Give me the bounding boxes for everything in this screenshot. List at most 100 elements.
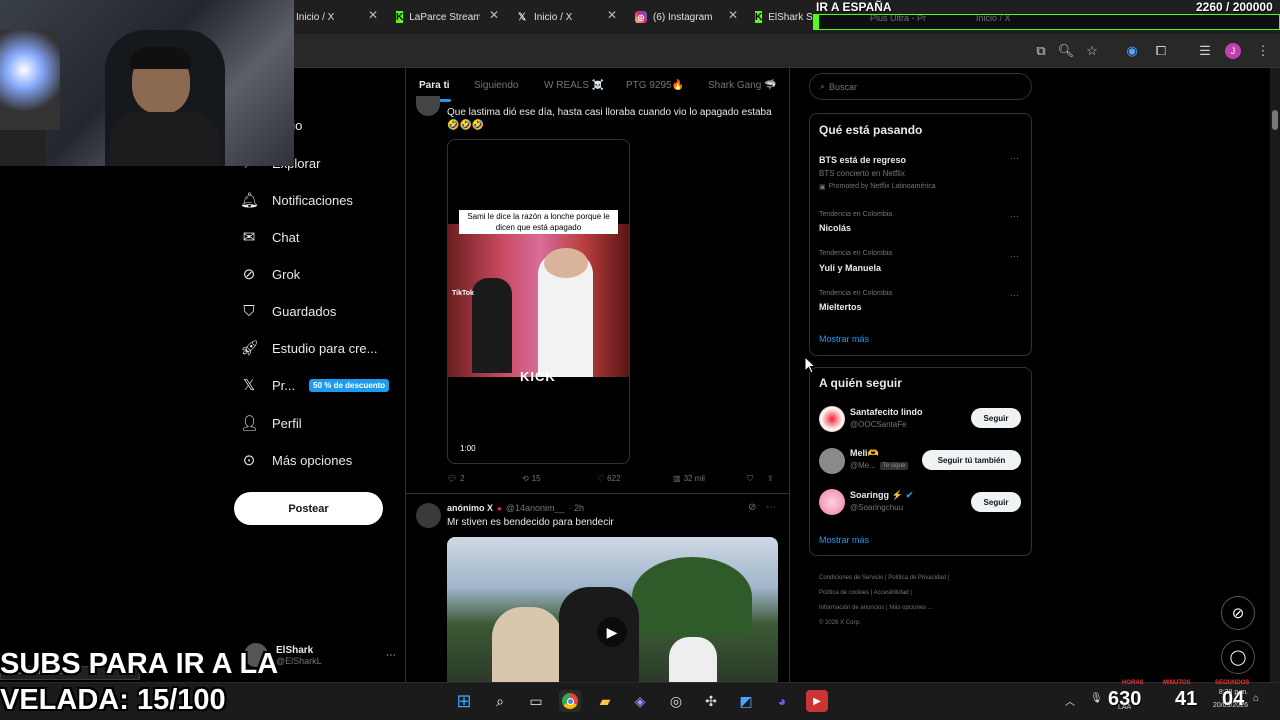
trend-name[interactable]: Mieltertos (819, 302, 862, 312)
nav-premium[interactable]: 𝕏 Pr... 50 % de descuento (240, 370, 390, 400)
zoom-icon[interactable]: 🔍︎ (1057, 42, 1075, 60)
grok-icon[interactable]: ⊘ (748, 502, 756, 513)
more-icon[interactable]: ⋯ (1010, 251, 1019, 262)
follow-back-button[interactable]: Seguir tú también (922, 450, 1021, 470)
discord-icon[interactable]: ◕ (771, 690, 793, 712)
install-app-icon[interactable]: ⧉ (1032, 42, 1050, 60)
repost-button[interactable]: ⟲ 15 (522, 474, 541, 483)
tab-for-you[interactable]: Para ti (419, 80, 450, 91)
trend-name[interactable]: Nicolás (819, 223, 851, 233)
more-icon[interactable]: ⋯ (1010, 211, 1019, 222)
puzzle-icon[interactable]: ⧠ (1152, 42, 1170, 60)
author-handle[interactable]: @14anonim__ (506, 503, 565, 513)
show-more-link[interactable]: Mostrar más (819, 334, 869, 344)
nav-label: Perfil (272, 415, 302, 431)
avatar (819, 489, 845, 515)
tab-label[interactable]: Inicio / X (976, 13, 1011, 23)
person-silhouette (669, 637, 717, 682)
tab-label[interactable]: Plus Ultra - Pr (870, 13, 926, 23)
tab-following[interactable]: Siguiendo (474, 80, 518, 91)
follow-name[interactable]: Meli🫶 (850, 448, 879, 459)
footer-link[interactable]: Información de anuncios (819, 605, 884, 611)
clock[interactable]: 8:39 p.m. 20/03/2026 (1198, 689, 1248, 709)
play-icon[interactable]: ▶ (597, 617, 627, 647)
language-indicator[interactable]: LAA (1118, 704, 1131, 711)
follow-name-row[interactable]: Soaringg ⚡ ✔ (850, 490, 913, 501)
search-icon[interactable]: ⌕ (489, 690, 511, 712)
reply-button[interactable]: 💬︎ 2 (447, 474, 465, 483)
follow-name[interactable]: Santafecito lindo (850, 407, 923, 417)
browser-tab[interactable]: K ElShark Stream (755, 6, 813, 28)
tab-ptg[interactable]: PTG 9295🔥 (626, 80, 684, 91)
tweet-video[interactable]: Sami le dice la razón a lonche porque le… (447, 139, 630, 464)
browser-tab[interactable]: Inicio / X (296, 6, 366, 28)
extension-blue-icon[interactable]: ◉ (1123, 42, 1141, 60)
obs-icon[interactable]: ◎ (665, 690, 687, 712)
tab-w-reals[interactable]: W REALS ☠️ (544, 80, 604, 91)
trend-name[interactable]: Yuli y Manuela (819, 263, 881, 273)
discount-badge: 50 % de descuento (309, 378, 390, 392)
tweet-video[interactable]: ▶ (447, 537, 778, 682)
star-icon[interactable]: ☆ (1083, 42, 1101, 60)
browser-tab[interactable]: K LaParce Stream (396, 6, 480, 28)
more-icon[interactable]: ⋯ (1010, 290, 1019, 301)
bookmark-icon: ⛉ (243, 302, 255, 320)
like-button[interactable]: ♡ 622 (597, 474, 621, 483)
messages-icon[interactable]: ◯ (1221, 640, 1255, 674)
close-icon[interactable]: ✕ (605, 8, 619, 22)
notification-icon[interactable]: ⌂ (1253, 693, 1259, 704)
share-button[interactable]: ⇪ (767, 474, 774, 483)
footer-link[interactable]: Política de cookies (819, 590, 869, 596)
grok-icon[interactable]: ⊘ (1221, 596, 1255, 630)
app-icon[interactable]: ▶ (806, 690, 828, 712)
media-icon[interactable]: ☰ (1196, 42, 1214, 60)
game-icon[interactable]: ✣ (700, 690, 722, 712)
tab-shark-gang[interactable]: Shark Gang 🦈 (708, 80, 777, 91)
verified-badge-icon: ● (497, 503, 502, 513)
more-icon[interactable]: ⋯ (1010, 153, 1019, 164)
faded-tabs: Plus Ultra - Pr Inicio / X (870, 13, 1011, 23)
nav-profile[interactable]: 👤︎ Perfil (240, 408, 302, 438)
footer-link[interactable]: Política de Privacidad (888, 575, 946, 581)
follow-button[interactable]: Seguir (971, 408, 1021, 428)
chrome-icon[interactable] (559, 690, 581, 712)
browser-tab[interactable]: ◎ (6) Instagram (635, 6, 727, 28)
chevron-up-icon[interactable]: ︿ (1065, 693, 1075, 708)
post-button[interactable]: Postear (234, 492, 383, 525)
footer-link[interactable]: Condiciones de Servicio (819, 575, 883, 581)
windows-start-icon[interactable]: ⊞ (453, 690, 475, 712)
chrome-logo (562, 693, 578, 709)
view-count: 32 mil (683, 474, 705, 483)
views-button[interactable]: ▥ 32 mil (673, 474, 705, 483)
nav-bookmarks[interactable]: ⛉ Guardados (240, 296, 336, 326)
bookmark-button[interactable]: ⛉ (747, 474, 753, 484)
show-more-link[interactable]: Mostrar más (819, 535, 869, 545)
browser-tab[interactable]: 𝕏 Inicio / X (516, 6, 606, 28)
app-icon[interactable]: ◈ (629, 690, 651, 712)
folder-icon[interactable]: ▰ (594, 690, 616, 712)
app-icon[interactable]: ◩ (735, 690, 757, 712)
microphone-icon[interactable]: 🎙︎ (1090, 693, 1103, 704)
nav-creator-studio[interactable]: 🚀︎ Estudio para cre... (240, 333, 378, 363)
task-view-icon[interactable]: ▭ (525, 690, 547, 712)
follow-button[interactable]: Seguir (971, 492, 1021, 512)
scrollbar[interactable] (1270, 68, 1280, 682)
nav-notifications[interactable]: 🔔︎ Notificaciones (240, 185, 353, 215)
profile-avatar-icon[interactable]: J (1225, 43, 1241, 59)
close-icon[interactable]: ✕ (726, 8, 740, 22)
footer-link[interactable]: Más opciones ... (889, 605, 933, 611)
instagram-icon: ◎ (635, 11, 647, 23)
kebab-menu-icon[interactable]: ⋮ (1254, 42, 1272, 60)
author-name[interactable]: anónimo X (447, 503, 493, 513)
search-input[interactable]: ⌕ Buscar (809, 73, 1032, 100)
nav-grok[interactable]: ⊘ Grok (240, 259, 300, 289)
scrollbar-thumb[interactable] (1272, 110, 1278, 130)
close-icon[interactable]: ✕ (487, 8, 501, 22)
more-icon[interactable]: ⋯ (766, 502, 776, 513)
promo-title[interactable]: BTS está de regreso (819, 155, 906, 165)
nav-more[interactable]: ⊙ Más opciones (240, 445, 353, 475)
follow-name: Soaringg ⚡ (850, 490, 903, 500)
close-icon[interactable]: ✕ (366, 8, 380, 22)
nav-chat[interactable]: ✉ Chat (240, 222, 300, 252)
footer-link[interactable]: Accesibilidad (874, 590, 909, 596)
